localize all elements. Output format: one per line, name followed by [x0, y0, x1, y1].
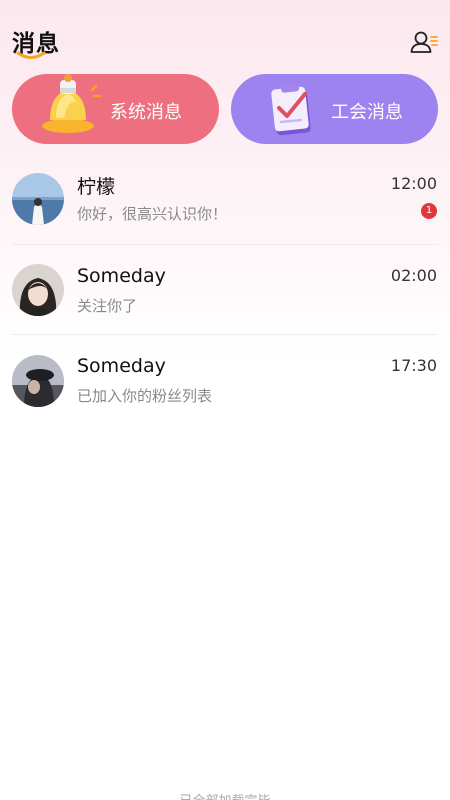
load-complete-text: 已全部加载完毕	[0, 790, 450, 800]
message-time: 02:00	[390, 266, 437, 285]
user-list-icon[interactable]	[410, 30, 438, 54]
smile-underline-icon	[16, 51, 46, 59]
message-preview: 关注你了	[77, 297, 138, 315]
system-messages-button[interactable]: 系统消息	[12, 74, 219, 144]
message-time: 12:00	[390, 174, 437, 193]
bell-icon	[42, 74, 102, 133]
union-messages-label: 工会消息	[331, 102, 403, 123]
message-time: 17:30	[390, 356, 437, 375]
contact-name: Someday	[77, 265, 166, 287]
avatar[interactable]	[12, 173, 64, 225]
message-preview: 你好，很高兴认识你！	[77, 205, 228, 223]
divider	[12, 244, 438, 245]
conversation-row[interactable]: Someday 17:30 已加入你的粉丝列表	[0, 336, 450, 426]
system-messages-label: 系统消息	[110, 102, 182, 123]
conversation-row[interactable]: 柠檬 12:00 你好，很高兴认识你！ 1	[0, 156, 450, 246]
avatar-sea-photo-icon	[12, 173, 64, 225]
conversation-row[interactable]: Someday 02:00 关注你了	[0, 246, 450, 336]
avatar[interactable]	[12, 264, 64, 316]
clipboard-check-icon	[271, 83, 311, 136]
contact-name: 柠檬	[77, 176, 116, 198]
unread-badge: 1	[421, 203, 437, 219]
avatar-cap-photo-icon	[12, 355, 64, 407]
union-messages-button[interactable]: 工会消息	[231, 74, 438, 144]
contact-name: Someday	[77, 355, 166, 377]
header: 消息	[0, 0, 450, 62]
avatar-portrait-icon	[12, 264, 64, 316]
message-preview: 已加入你的粉丝列表	[77, 387, 213, 405]
divider	[12, 334, 438, 335]
avatar[interactable]	[12, 355, 64, 407]
